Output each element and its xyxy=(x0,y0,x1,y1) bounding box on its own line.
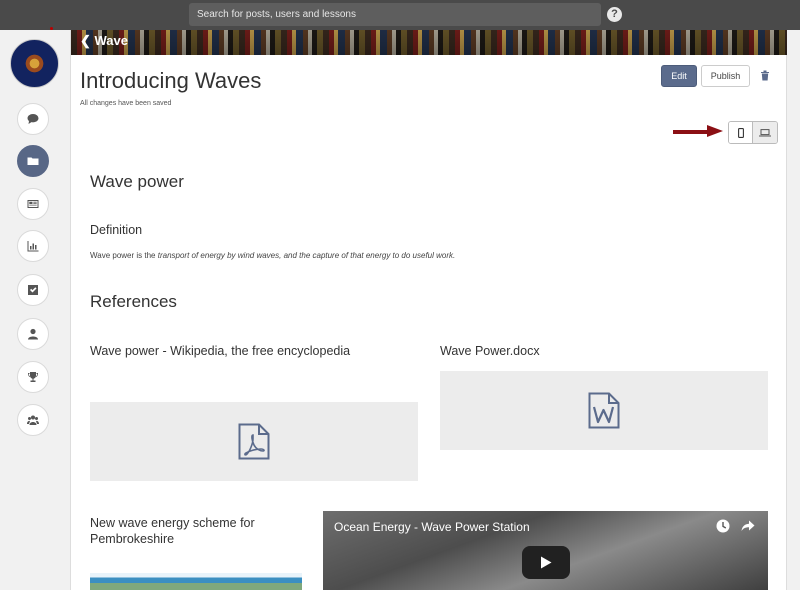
reference-card-pdf[interactable] xyxy=(90,402,418,481)
chat-bubble-icon xyxy=(27,114,39,124)
publish-button[interactable]: Publish xyxy=(701,65,750,87)
sidebar-item-trophy[interactable] xyxy=(17,361,49,393)
sidebar-item-stats[interactable] xyxy=(17,230,49,262)
folder-icon xyxy=(27,157,39,165)
sidebar-item-chat[interactable] xyxy=(17,103,49,135)
section-title: Wave power xyxy=(90,172,184,191)
reference-title-docx[interactable]: Wave Power.docx xyxy=(440,343,540,359)
sidebar-item-profile[interactable] xyxy=(17,318,49,350)
save-status: All changes have been saved xyxy=(80,100,172,107)
sidebar-item-folder[interactable] xyxy=(17,145,49,177)
page-title: Introducing Waves xyxy=(80,68,262,93)
definition-italic: transport of energy by wind waves, and t… xyxy=(157,251,456,260)
sidebar xyxy=(0,30,70,590)
trash-icon[interactable] xyxy=(760,70,770,81)
definition-heading: Definition xyxy=(90,223,143,237)
reference-title-pembrokeshire[interactable]: New wave energy scheme for Pembrokeshire xyxy=(90,515,290,547)
back-link[interactable]: ❮ Wave xyxy=(80,33,128,49)
video-embed[interactable]: Ocean Energy - Wave Power Station xyxy=(323,511,768,590)
annotation-arrow-icon xyxy=(673,125,723,137)
search-input[interactable]: Search for posts, users and lessons xyxy=(189,3,601,26)
trophy-icon xyxy=(28,372,38,382)
view-mode-toggle xyxy=(728,121,778,144)
desktop-view-button[interactable] xyxy=(753,122,777,143)
article-thumbnail[interactable] xyxy=(90,573,302,590)
pdf-file-icon xyxy=(238,423,270,460)
cover-banner: ❮ Wave xyxy=(71,30,787,55)
mobile-icon xyxy=(737,127,744,138)
help-icon[interactable]: ? xyxy=(607,7,622,22)
checkbox-icon xyxy=(28,285,38,295)
video-play-button[interactable] xyxy=(522,546,570,579)
newspaper-icon xyxy=(27,200,39,208)
reference-card-docx[interactable] xyxy=(440,371,768,450)
reference-title-wikipedia[interactable]: Wave power - Wikipedia, the free encyclo… xyxy=(90,343,350,359)
video-title[interactable]: Ocean Energy - Wave Power Station xyxy=(334,520,530,534)
lesson-panel: ❮ Wave Introducing Waves All changes hav… xyxy=(70,30,787,590)
group-icon xyxy=(27,415,39,425)
laptop-icon xyxy=(759,128,771,136)
mobile-view-button[interactable] xyxy=(729,122,753,143)
top-bar: Search for posts, users and lessons ? xyxy=(0,0,800,30)
watch-later-icon[interactable] xyxy=(716,519,730,533)
sidebar-item-groups[interactable] xyxy=(17,404,49,436)
word-file-icon xyxy=(588,392,620,429)
references-title: References xyxy=(90,292,177,311)
share-icon[interactable] xyxy=(741,520,755,532)
avatar[interactable] xyxy=(10,39,59,88)
back-link-label: Wave xyxy=(94,33,128,48)
play-icon xyxy=(541,556,552,569)
sidebar-item-tasks[interactable] xyxy=(17,274,49,306)
definition-text: Wave power is the transport of energy by… xyxy=(90,251,455,260)
user-icon xyxy=(28,328,38,340)
definition-prefix: Wave power is the xyxy=(90,251,158,260)
bar-chart-icon xyxy=(27,241,39,252)
sidebar-item-news[interactable] xyxy=(17,188,49,220)
edit-button[interactable]: Edit xyxy=(661,65,697,87)
